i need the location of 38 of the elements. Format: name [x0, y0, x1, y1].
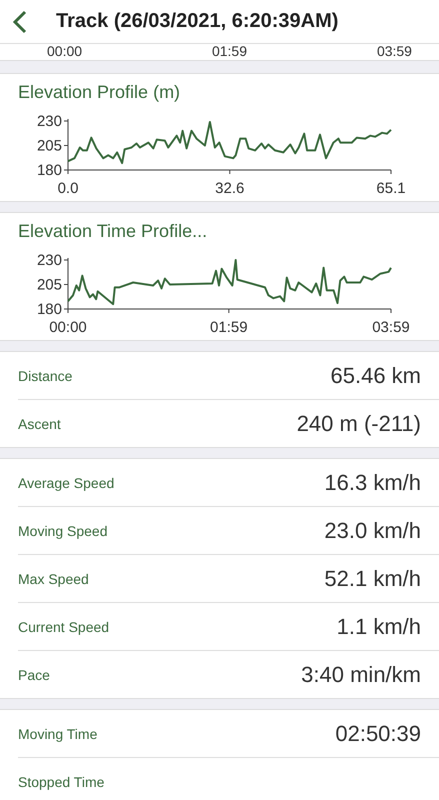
- stat-value: 1.1 km/h: [336, 614, 421, 640]
- stat-label: Current Speed: [18, 618, 110, 634]
- stat-label: Ascent: [18, 416, 61, 432]
- tick-label: 205: [36, 138, 62, 154]
- stat-value: 23.0 km/h: [324, 518, 421, 544]
- stat-label: Average Speed: [18, 474, 114, 490]
- stat-label: Stopped Time: [18, 774, 104, 790]
- axis-label: 00:00: [47, 44, 82, 60]
- stat-value: 240 m (-211): [296, 410, 421, 436]
- stat-value: 65.46 km: [330, 362, 421, 388]
- screen-title: Track (26/03/2021, 6:20:39AM): [56, 10, 338, 33]
- tick-label: 230: [36, 113, 62, 130]
- axis-label: 01:59: [212, 44, 248, 60]
- tick-label: 180: [36, 162, 62, 179]
- stat-value: 52.1 km/h: [324, 566, 421, 592]
- stat-label: Moving Time: [18, 726, 98, 742]
- tick-label: 03:59: [372, 319, 410, 336]
- stat-label: Max Speed: [18, 570, 89, 586]
- tick-label: 00:00: [49, 319, 87, 336]
- axis-label: 03:59: [376, 44, 412, 60]
- tick-label: 0.0: [58, 180, 78, 197]
- tick-label: 180: [36, 301, 62, 318]
- chart-title: Elevation Time Profile...: [18, 221, 208, 242]
- stat-value: 16.3 km/h: [324, 470, 421, 496]
- tick-label: 01:59: [210, 319, 248, 336]
- stat-label: Pace: [18, 666, 50, 682]
- tick-label: 65.1: [376, 180, 406, 197]
- tick-label: 205: [36, 276, 62, 294]
- y-axis: [64, 118, 68, 170]
- tick-label: 230: [36, 252, 62, 269]
- stat-value: 02:50:39: [335, 720, 421, 746]
- stat-value: 3:40 min/km: [301, 662, 421, 688]
- stat-label: Distance: [18, 368, 72, 384]
- stat-label: Moving Speed: [18, 522, 108, 538]
- chart-title: Elevation Profile (m): [18, 82, 180, 103]
- y-axis: [64, 258, 68, 310]
- back-icon[interactable]: [12, 10, 28, 34]
- tick-label: 32.6: [215, 180, 244, 197]
